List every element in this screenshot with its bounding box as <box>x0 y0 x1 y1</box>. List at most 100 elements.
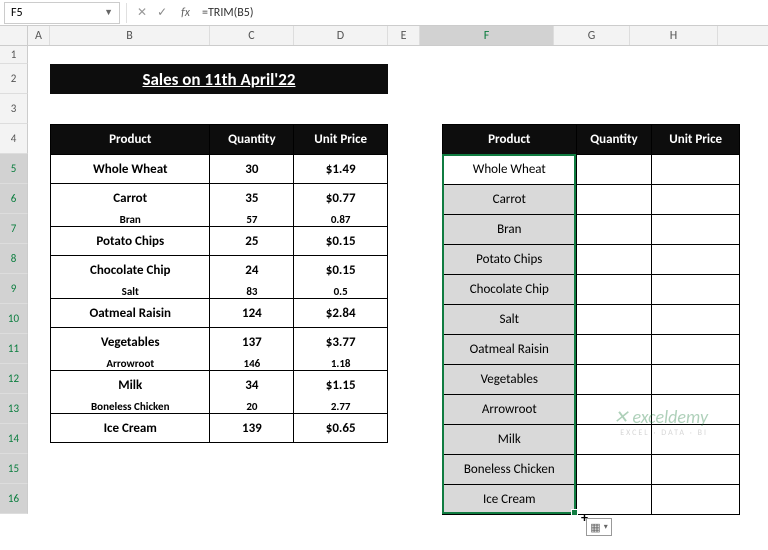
row-header-8[interactable]: 8 <box>0 244 28 274</box>
cell-quantity[interactable] <box>576 155 652 185</box>
row-header-7[interactable]: 7 <box>0 214 28 244</box>
col-header-C[interactable]: C <box>210 26 294 45</box>
col-header-G[interactable]: G <box>554 26 630 45</box>
row-header-13[interactable]: 13 <box>0 394 28 424</box>
cell[interactable]: $0.77 <box>294 184 388 213</box>
cell-unitprice[interactable] <box>652 455 740 485</box>
row-header-9[interactable]: 9 <box>0 274 28 304</box>
cell-quantity[interactable] <box>576 365 652 395</box>
cell[interactable]: Chocolate Chip <box>51 256 210 285</box>
row-header-12[interactable]: 12 <box>0 364 28 394</box>
cell-unitprice[interactable] <box>652 245 740 275</box>
cancel-icon[interactable]: ✕ <box>137 5 147 20</box>
cell[interactable]: 124 <box>210 299 294 328</box>
cell[interactable]: Boneless Chicken <box>51 400 210 414</box>
cell[interactable]: 30 <box>210 155 294 184</box>
cell-product[interactable]: Arrowroot <box>443 395 577 425</box>
cell-unitprice[interactable] <box>652 215 740 245</box>
cell-quantity[interactable] <box>576 215 652 245</box>
row-header-3[interactable]: 3 <box>0 94 28 124</box>
row-header-2[interactable]: 2 <box>0 64 28 94</box>
cell-unitprice[interactable] <box>652 485 740 515</box>
cell-unitprice[interactable] <box>652 185 740 215</box>
cell-product[interactable]: Salt <box>443 305 577 335</box>
cell[interactable]: Potato Chips <box>51 227 210 256</box>
cell-unitprice[interactable] <box>652 275 740 305</box>
cell[interactable]: Milk <box>51 371 210 400</box>
formula-input[interactable]: =TRIM(B5) <box>196 6 768 20</box>
cell-product[interactable]: Ice Cream <box>443 485 577 515</box>
cell-unitprice[interactable] <box>652 335 740 365</box>
cell-unitprice[interactable] <box>652 155 740 185</box>
cell-product[interactable]: Boneless Chicken <box>443 455 577 485</box>
cell[interactable]: 0.5 <box>294 285 388 299</box>
cell[interactable]: 83 <box>210 285 294 299</box>
cell-quantity[interactable] <box>576 305 652 335</box>
cell[interactable]: Carrot <box>51 184 210 213</box>
autofill-options-button[interactable] <box>586 518 612 536</box>
fx-icon[interactable]: fx <box>175 6 196 20</box>
cell-unitprice[interactable] <box>652 305 740 335</box>
cell[interactable]: $3.77 <box>294 328 388 357</box>
row-header-4[interactable]: 4 <box>0 124 28 154</box>
cell[interactable]: Bran <box>51 213 210 227</box>
cell[interactable]: 0.87 <box>294 213 388 227</box>
cell[interactable]: $0.15 <box>294 256 388 285</box>
cell[interactable]: Vegetables <box>51 328 210 357</box>
cell[interactable]: $0.65 <box>294 414 388 443</box>
confirm-icon[interactable]: ✓ <box>157 5 167 20</box>
col-header-E[interactable]: E <box>388 26 420 45</box>
name-box-dropdown-icon[interactable]: ▼ <box>104 7 113 18</box>
cell[interactable]: 57 <box>210 213 294 227</box>
cell-product[interactable]: Oatmeal Raisin <box>443 335 577 365</box>
cell[interactable]: $1.49 <box>294 155 388 184</box>
row-header-10[interactable]: 10 <box>0 304 28 334</box>
col-header-A[interactable]: A <box>28 26 50 45</box>
cell[interactable]: Whole Wheat <box>51 155 210 184</box>
cell[interactable]: 2.77 <box>294 400 388 414</box>
cell[interactable]: Salt <box>51 285 210 299</box>
row-header-14[interactable]: 14 <box>0 424 28 454</box>
cell-quantity[interactable] <box>576 185 652 215</box>
cell[interactable]: 139 <box>210 414 294 443</box>
cell[interactable]: 146 <box>210 357 294 371</box>
cell[interactable]: $2.84 <box>294 299 388 328</box>
cell-quantity[interactable] <box>576 275 652 305</box>
cell-product[interactable]: Carrot <box>443 185 577 215</box>
cell-product[interactable]: Chocolate Chip <box>443 275 577 305</box>
select-all-corner[interactable] <box>0 26 28 45</box>
cell[interactable]: 137 <box>210 328 294 357</box>
cell[interactable]: $1.15 <box>294 371 388 400</box>
col-header-D[interactable]: D <box>294 26 388 45</box>
cell-quantity[interactable] <box>576 455 652 485</box>
cell-product[interactable]: Whole Wheat <box>443 155 577 185</box>
col-header-F[interactable]: F <box>420 26 554 45</box>
cell-quantity[interactable] <box>576 245 652 275</box>
row-header-16[interactable]: 16 <box>0 484 28 514</box>
cell[interactable]: 25 <box>210 227 294 256</box>
sheet-area[interactable]: Sales on 11th April'22 Product Quantity … <box>28 46 768 514</box>
cell[interactable]: 1.18 <box>294 357 388 371</box>
cell[interactable]: 35 <box>210 184 294 213</box>
cell-unitprice[interactable] <box>652 365 740 395</box>
name-box[interactable]: F5 ▼ <box>4 2 120 24</box>
cell[interactable]: 24 <box>210 256 294 285</box>
cell[interactable]: Oatmeal Raisin <box>51 299 210 328</box>
col-header-H[interactable]: H <box>630 26 718 45</box>
cell-product[interactable]: Milk <box>443 425 577 455</box>
cell[interactable]: 34 <box>210 371 294 400</box>
row-header-6[interactable]: 6 <box>0 184 28 214</box>
cell[interactable]: Arrowroot <box>51 357 210 371</box>
col-header-B[interactable]: B <box>50 26 210 45</box>
cell[interactable]: $0.15 <box>294 227 388 256</box>
cell-product[interactable]: Vegetables <box>443 365 577 395</box>
cell[interactable]: 20 <box>210 400 294 414</box>
cell-quantity[interactable] <box>576 485 652 515</box>
cell-product[interactable]: Potato Chips <box>443 245 577 275</box>
row-header-5[interactable]: 5 <box>0 154 28 184</box>
row-header-1[interactable]: 1 <box>0 46 28 64</box>
row-header-15[interactable]: 15 <box>0 454 28 484</box>
cell-product[interactable]: Bran <box>443 215 577 245</box>
cell-quantity[interactable] <box>576 335 652 365</box>
cell[interactable]: Ice Cream <box>51 414 210 443</box>
